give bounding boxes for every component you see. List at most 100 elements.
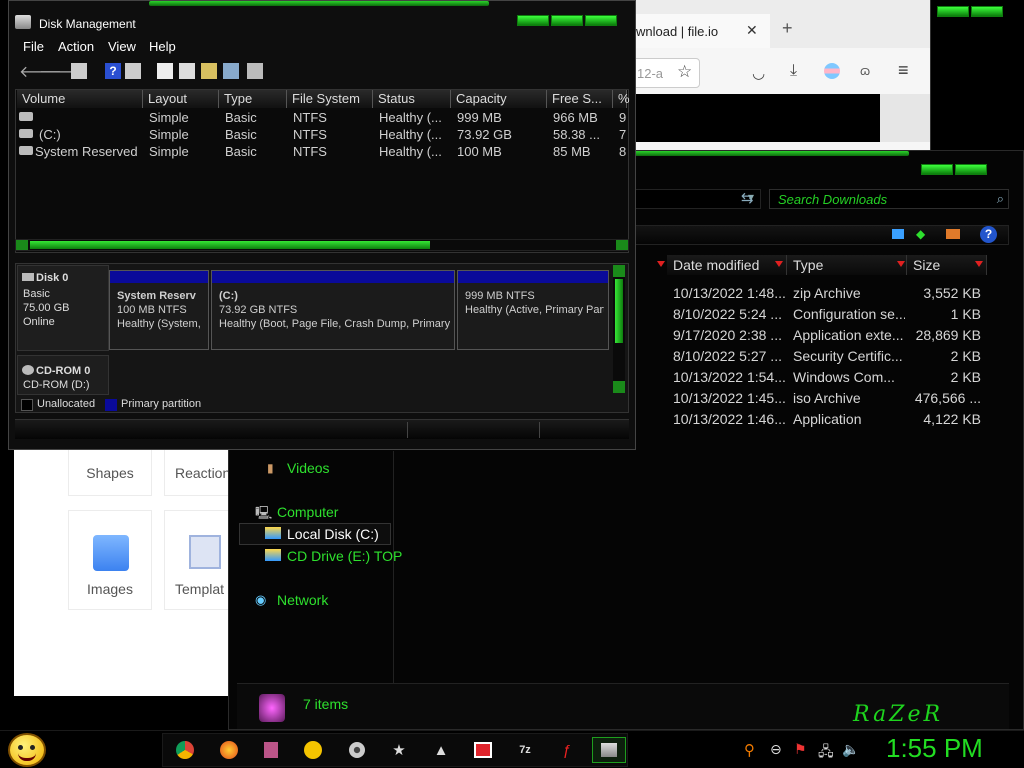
- help-icon[interactable]: ?: [105, 63, 121, 79]
- tile-shapes[interactable]: Shapes: [68, 448, 152, 496]
- clock[interactable]: 1:55 PM: [886, 733, 983, 764]
- search-icon[interactable]: [223, 63, 239, 79]
- file-row[interactable]: 10/13/2022 1:46... Application 4,122 KB: [673, 409, 1013, 430]
- refresh-icon[interactable]: ⇆: [741, 189, 754, 207]
- properties-icon[interactable]: [125, 63, 141, 79]
- partition-system-reserved[interactable]: System Reserv 100 MB NTFS Healthy (Syste…: [109, 270, 209, 350]
- maximize-button[interactable]: [551, 15, 583, 26]
- scroll-down-icon[interactable]: [613, 381, 625, 393]
- download-icon[interactable]: ⤓: [790, 62, 797, 80]
- column-layout[interactable]: Layout: [143, 90, 219, 108]
- column-file-system[interactable]: File System: [287, 90, 373, 108]
- scroll-right-icon[interactable]: [616, 240, 628, 250]
- messenger-icon[interactable]: [296, 737, 330, 763]
- window-controls[interactable]: [937, 6, 1003, 17]
- scroll-thumb[interactable]: [615, 279, 623, 343]
- search-icon[interactable]: ⚲: [744, 741, 755, 759]
- tile-reaction[interactable]: Reaction: [164, 448, 234, 496]
- pane-icon[interactable]: [946, 229, 960, 239]
- menu-help[interactable]: Help: [149, 39, 176, 54]
- extension2-icon[interactable]: ɷ: [860, 63, 870, 78]
- column-status[interactable]: Status: [373, 90, 451, 108]
- 7zip-icon[interactable]: 7z: [508, 737, 542, 763]
- column-volume[interactable]: Volume: [17, 90, 143, 108]
- diskmgmt-icon[interactable]: [592, 737, 626, 763]
- horizontal-scrollbar[interactable]: [15, 239, 629, 251]
- partition-active[interactable]: 999 MB NTFS Healthy (Active, Primary Par…: [457, 270, 609, 350]
- scrollbar[interactable]: [880, 94, 930, 142]
- new-tab-icon[interactable]: +: [782, 18, 793, 39]
- disk0-info[interactable]: Disk 0 Basic 75.00 GB Online: [17, 265, 109, 351]
- close-tab-icon[interactable]: ✕: [746, 22, 758, 39]
- minimize-button[interactable]: [517, 15, 549, 26]
- file-row[interactable]: 10/13/2022 1:45... iso Archive 476,566 .…: [673, 388, 1013, 409]
- maximize-button[interactable]: [955, 164, 987, 175]
- rescan-icon[interactable]: [179, 63, 195, 79]
- column-type[interactable]: Type: [219, 90, 287, 108]
- chrome-icon[interactable]: [168, 737, 202, 763]
- scroll-up-icon[interactable]: [613, 265, 625, 277]
- tile-templates[interactable]: Templat: [164, 510, 234, 610]
- menu-icon[interactable]: ≡: [898, 60, 909, 81]
- refresh-icon[interactable]: [157, 63, 173, 79]
- window-controls[interactable]: [921, 164, 987, 175]
- file-row[interactable]: 9/17/2020 2:38 ... Application exte... 2…: [673, 325, 1013, 346]
- network-icon[interactable]: 🖧: [818, 741, 834, 765]
- volume-row[interactable]: Simple Basic NTFS Healthy (... 999 MB 96…: [17, 109, 627, 126]
- help-icon[interactable]: ?: [980, 226, 997, 243]
- tile-images[interactable]: Images: [68, 510, 152, 610]
- console-tree-icon[interactable]: [71, 63, 87, 79]
- menu-action[interactable]: Action: [58, 39, 94, 54]
- nav-cd-drive[interactable]: CD Drive (E:) TOP: [287, 548, 402, 564]
- search-icon[interactable]: ⌕: [997, 191, 1004, 207]
- firefox-icon[interactable]: [212, 737, 246, 763]
- file-size: 4,122 KB: [923, 411, 981, 427]
- gift-icon[interactable]: [466, 737, 500, 763]
- action-center-icon[interactable]: ⚑: [794, 741, 807, 758]
- file-row[interactable]: 8/10/2022 5:27 ... Security Certific... …: [673, 346, 1013, 367]
- file-row[interactable]: 10/13/2022 1:54... Windows Com... 2 KB: [673, 367, 1013, 388]
- dvd-icon[interactable]: [340, 737, 374, 763]
- search-input[interactable]: Search Downloads ⌕: [769, 189, 1009, 209]
- file-row[interactable]: 8/10/2022 5:24 ... Configuration se... 1…: [673, 304, 1013, 325]
- vertical-scrollbar[interactable]: [613, 265, 625, 393]
- column-type[interactable]: Type: [787, 255, 907, 275]
- minimize-button[interactable]: [921, 164, 953, 175]
- nav-computer[interactable]: Computer: [277, 504, 338, 520]
- gem-icon[interactable]: ◆: [916, 227, 925, 241]
- window-controls[interactable]: [517, 15, 617, 26]
- start-button[interactable]: [8, 733, 46, 767]
- volume-row[interactable]: (C:) Simple Basic NTFS Healthy (... 73.9…: [17, 126, 627, 143]
- column-date-modified[interactable]: Date modified: [667, 255, 787, 275]
- menu-file[interactable]: File: [23, 39, 44, 54]
- column-capacity[interactable]: Capacity: [451, 90, 547, 108]
- arch-icon[interactable]: ▲: [424, 737, 458, 763]
- file-row[interactable]: 10/13/2022 1:48... zip Archive 3,552 KB: [673, 283, 1013, 304]
- nav-videos[interactable]: Videos: [287, 460, 330, 476]
- view-icon[interactable]: [892, 229, 904, 239]
- extension-icon[interactable]: [824, 63, 840, 79]
- scroll-thumb[interactable]: [30, 241, 430, 249]
- scroll-left-icon[interactable]: [16, 240, 28, 250]
- flash-icon[interactable]: ƒ: [550, 737, 584, 763]
- pocket-icon[interactable]: ◡: [752, 64, 765, 82]
- address-bar[interactable]: 12-a ☆: [630, 58, 700, 88]
- bookmark-star-icon[interactable]: ☆: [677, 62, 692, 82]
- nav-network[interactable]: Network: [277, 592, 328, 608]
- column-free-space[interactable]: Free S...: [547, 90, 613, 108]
- nav-local-disk[interactable]: Local Disk (C:): [287, 526, 379, 542]
- star-icon[interactable]: ★: [382, 737, 416, 763]
- column-percent[interactable]: %: [613, 90, 630, 108]
- close-button[interactable]: [585, 15, 617, 26]
- menu-view[interactable]: View: [108, 39, 136, 54]
- media-icon[interactable]: [254, 737, 288, 763]
- cdrom-info[interactable]: CD-ROM 0 CD-ROM (D:): [17, 355, 109, 395]
- export-icon[interactable]: [247, 63, 263, 79]
- volume-percent: 7: [619, 127, 627, 142]
- partition-c[interactable]: (C:) 73.92 GB NTFS Healthy (Boot, Page F…: [211, 270, 455, 350]
- volume-icon[interactable]: 🔈: [842, 741, 859, 758]
- cd-drive-icon: [265, 549, 281, 561]
- open-icon[interactable]: [201, 63, 217, 79]
- volume-row[interactable]: System Reserved Simple Basic NTFS Health…: [17, 143, 627, 160]
- minus-circle-icon[interactable]: ⊖: [770, 741, 782, 758]
